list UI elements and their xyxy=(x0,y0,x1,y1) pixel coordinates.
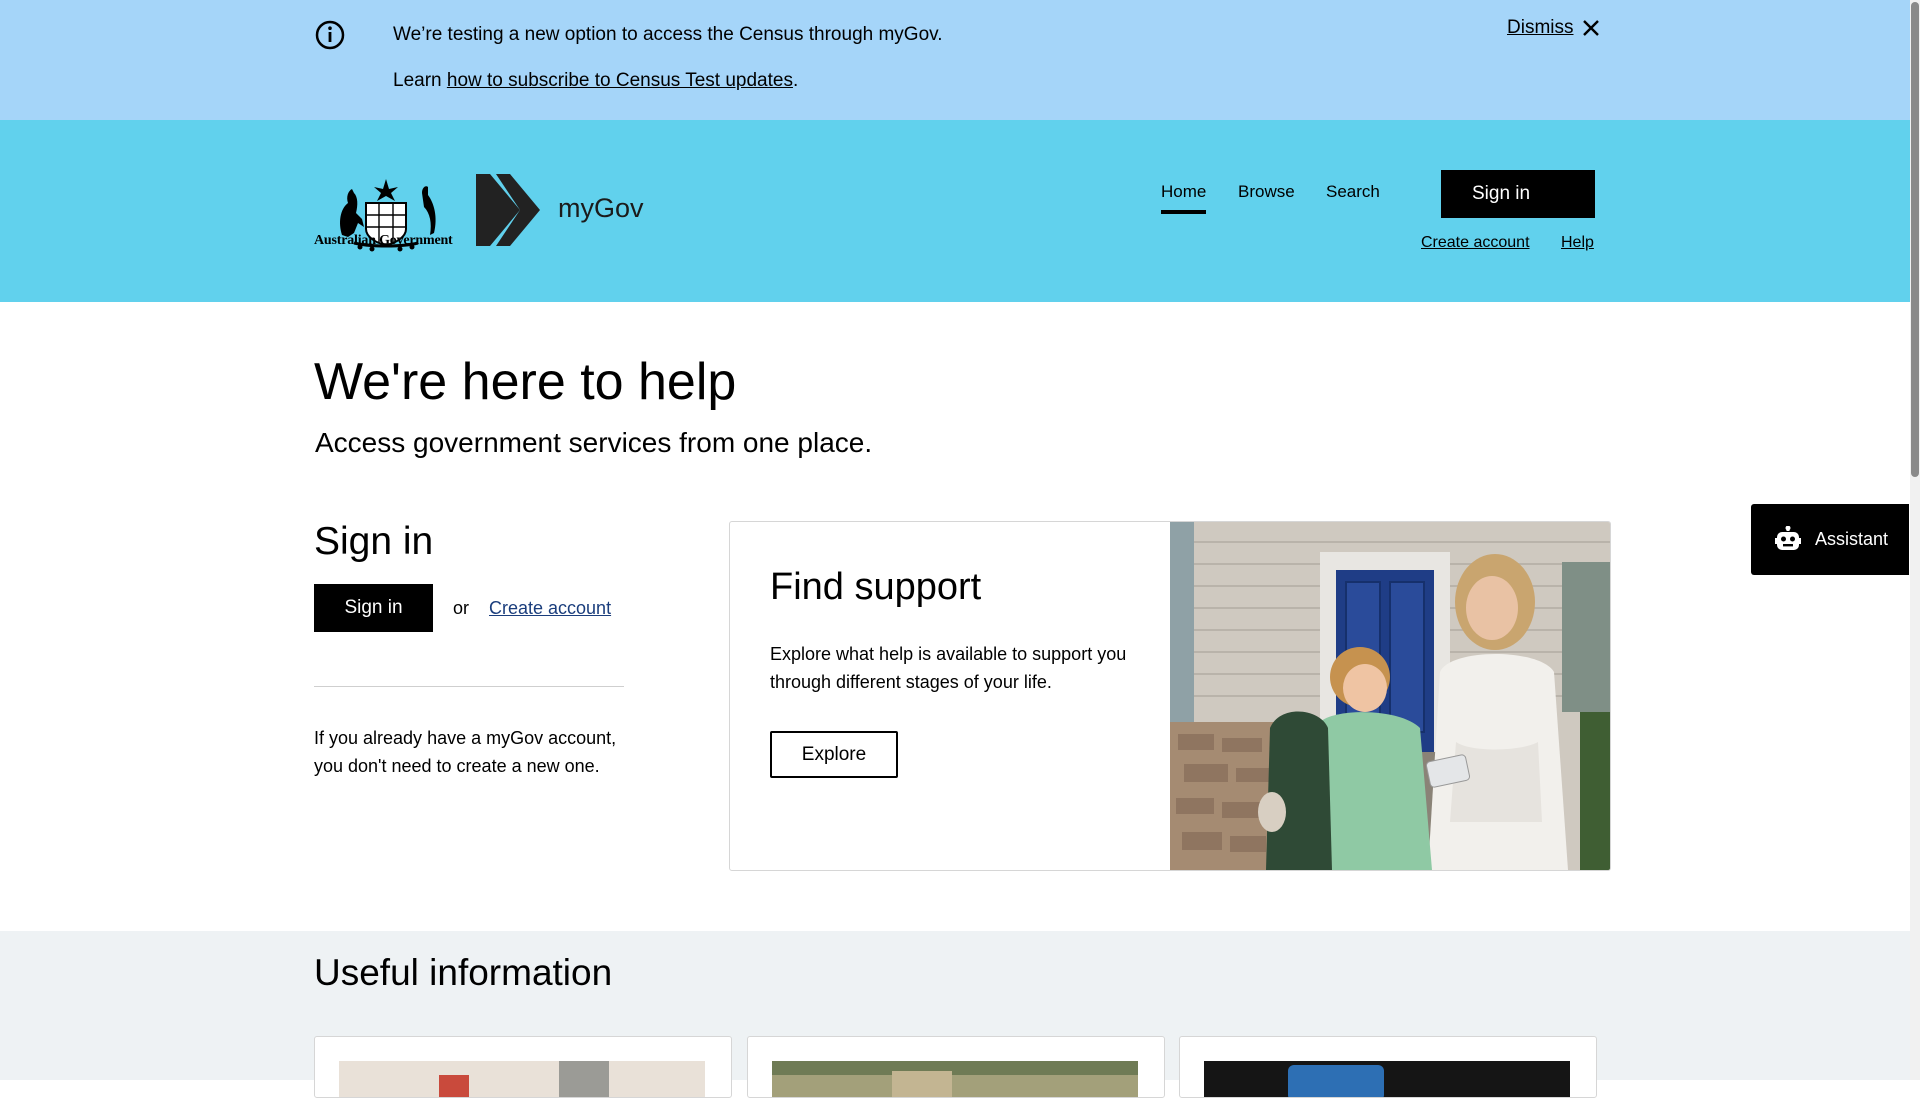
site-header xyxy=(0,120,1910,302)
mother-and-child-photo xyxy=(1170,522,1610,870)
or-separator: or xyxy=(453,598,470,618)
sign-in-button[interactable]: Sign in xyxy=(314,584,433,632)
find-support-heading: Find support xyxy=(770,566,982,608)
robot-icon xyxy=(1775,525,1801,550)
info-card[interactable] xyxy=(1179,1036,1597,1098)
nav-home[interactable]: Home xyxy=(1161,182,1207,214)
scrollbar-thumb[interactable] xyxy=(1911,2,1919,477)
dismiss-label: Dismiss xyxy=(1507,17,1574,38)
mygov-brand-text[interactable]: myGov xyxy=(558,193,644,224)
existing-account-note: If you already have a myGov account, you… xyxy=(314,728,617,776)
find-support-card: Find support Explore what help is availa… xyxy=(729,521,1611,871)
info-banner: We’re testing a new option to access the… xyxy=(0,0,1910,120)
banner-subscribe-line: Learn how to subscribe to Census Test up… xyxy=(393,70,798,92)
banner-learn-prefix: Learn xyxy=(393,70,447,91)
census-updates-link[interactable]: how to subscribe to Census Test updates xyxy=(447,70,793,91)
header-sign-in-button[interactable]: Sign in xyxy=(1441,170,1595,218)
header-help-link[interactable]: Help xyxy=(1561,234,1594,252)
sign-in-heading: Sign in xyxy=(314,520,434,563)
dismiss-button[interactable]: Dismiss xyxy=(1507,17,1600,39)
create-account-link[interactable]: Create account xyxy=(489,598,611,619)
info-icon xyxy=(315,20,345,50)
page-subtitle: Access government services from one plac… xyxy=(315,427,873,458)
assistant-label: Assistant xyxy=(1815,529,1889,549)
find-support-description: Explore what help is available to suppor… xyxy=(770,644,1127,692)
useful-information-heading: Useful information xyxy=(314,952,613,993)
nav-browse[interactable]: Browse xyxy=(1238,182,1295,202)
page-scrollbar[interactable] xyxy=(1910,0,1920,1080)
close-icon xyxy=(1582,20,1599,36)
nav-search[interactable]: Search xyxy=(1326,182,1380,202)
explore-button[interactable]: Explore xyxy=(770,731,898,778)
divider xyxy=(314,686,624,687)
australian-government-wordmark: Australian Government xyxy=(314,233,453,248)
banner-message: We’re testing a new option to access the… xyxy=(393,24,943,45)
info-card[interactable] xyxy=(747,1036,1165,1098)
assistant-button[interactable]: Assistant xyxy=(1751,504,1909,575)
info-card[interactable] xyxy=(314,1036,732,1098)
page-title: We're here to help xyxy=(314,353,737,411)
mygov-logo-icon[interactable] xyxy=(476,174,540,246)
banner-suffix: . xyxy=(792,70,799,91)
header-create-account-link[interactable]: Create account xyxy=(1421,234,1530,252)
